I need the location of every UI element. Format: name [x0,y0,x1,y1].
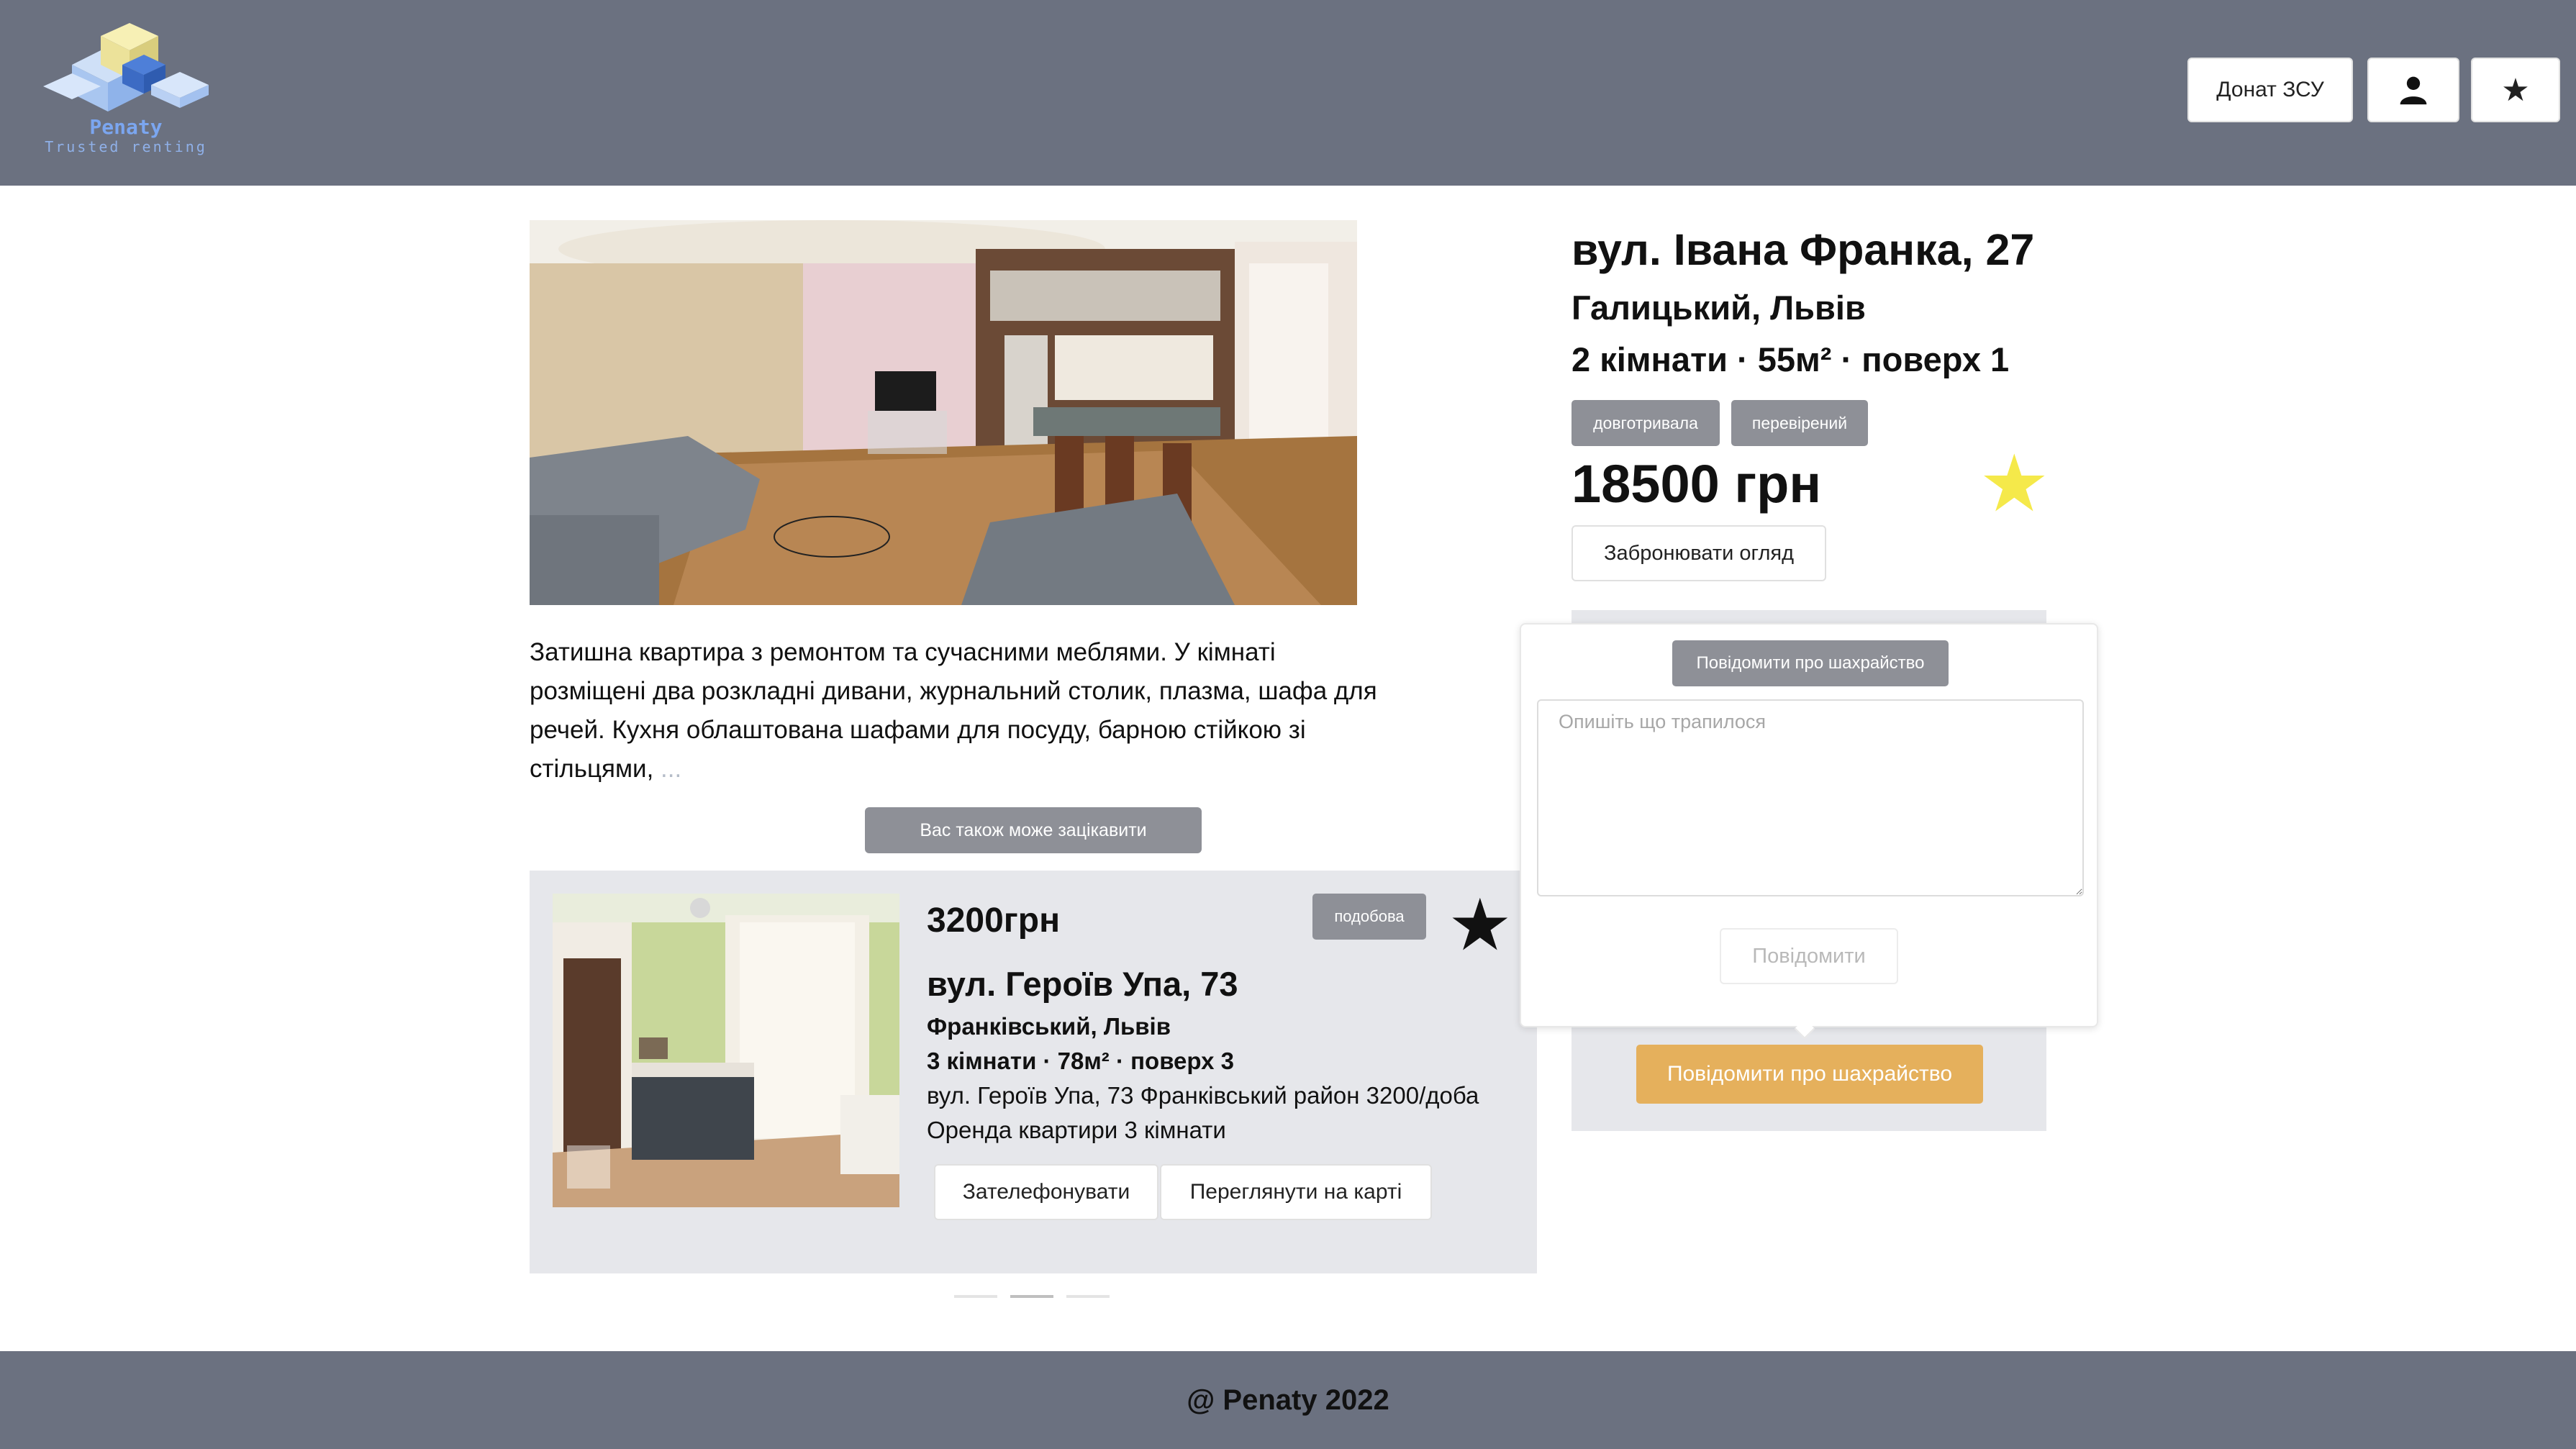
listing-rooms-info: 2 кімнати · 55м² · поверх 1 [1572,340,2010,378]
carousel-indicator[interactable] [954,1295,997,1298]
bedroom-image [553,894,899,1207]
listing-district: Галицький, Львів [1572,289,1866,327]
tag-verified: перевірений [1731,400,1868,446]
site-header: Penaty Trusted renting Донат ЗСУ ★ [0,0,2576,186]
donate-button[interactable]: Донат ЗСУ [2187,58,2353,122]
favorites-button[interactable]: ★ [2471,58,2560,122]
user-profile-button[interactable] [2367,58,2459,122]
description-text: Затишна квартира з ремонтом та сучасними… [530,638,1377,783]
suggestion-card[interactable]: 3200грн подобова ★ вул. Героїв Упа, 73 Ф… [530,871,1537,1273]
suggestion-address-line: вул. Героїв Упа, 73 Франківський район 3… [927,1082,1479,1109]
listing-price: 18500 грн [1572,454,1822,514]
site-logo[interactable]: Penaty Trusted renting [29,22,223,158]
logo-cubes-icon [43,23,209,112]
star-icon: ★ [2501,72,2530,108]
suggestions-heading-button[interactable]: Вас також може зацікавити [865,807,1202,853]
fraud-description-textarea[interactable] [1537,699,2084,896]
footer-copyright: @ Penaty 2022 [1187,1384,1389,1416]
view-on-map-button[interactable]: Переглянути на карті [1160,1164,1432,1220]
suggestion-street: вул. Героїв Упа, 73 [927,965,1238,1003]
suggestion-subtitle: Оренда квартири 3 кімнати [927,1117,1226,1143]
report-fraud-popover: Повідомити про шахрайство Повідомити [1520,623,2098,1040]
call-button[interactable]: Зателефонувати [934,1164,1158,1220]
listing-description: Затишна квартира з ремонтом та сучасними… [530,633,1379,789]
living-room-image [530,220,1357,605]
logo-name: Penaty [89,115,163,139]
tag-long-term: довготривала [1572,400,1720,446]
report-fraud-button[interactable]: Повідомити про шахрайство [1636,1045,1983,1104]
user-icon [2400,76,2427,105]
carousel-indicator[interactable] [1066,1295,1110,1298]
submit-report-button[interactable]: Повідомити [1720,928,1898,984]
carousel-indicator-active[interactable] [1010,1295,1053,1298]
carousel-indicators [954,1295,1110,1298]
book-viewing-button[interactable]: Забронювати огляд [1572,525,1826,581]
popover-heading: Повідомити про шахрайство [1672,640,1949,686]
suggestion-photo[interactable] [553,894,899,1207]
listing-title: вул. Івана Франка, 27 [1572,225,2035,274]
site-footer: @ Penaty 2022 [0,1351,2576,1449]
suggestion-favorite-star-icon[interactable]: ★ [1448,889,1513,961]
read-more-link[interactable]: ... [661,755,681,783]
suggestion-price: 3200грн [927,901,1061,940]
favorite-star-icon[interactable]: ★ [1979,445,2050,524]
logo-tagline: Trusted renting [45,138,207,155]
listing-main-photo[interactable] [530,220,1357,605]
suggestion-district: Франківський, Львів [927,1013,1171,1040]
suggestion-rooms-info: 3 кімнати · 78м² · поверх 3 [927,1048,1235,1074]
suggestion-rental-type-badge: подобова [1312,894,1426,940]
